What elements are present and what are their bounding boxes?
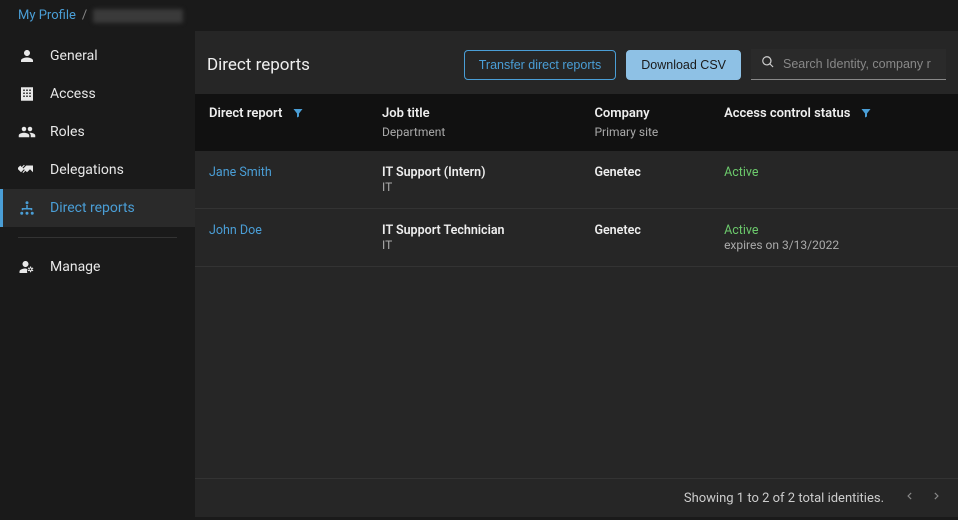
pagination-summary: Showing 1 to 2 of 2 total identities.: [684, 491, 884, 506]
job-title-value: IT Support (Intern): [382, 165, 566, 180]
sidebar-item-manage[interactable]: Manage: [0, 248, 195, 286]
sidebar-item-label: Direct reports: [50, 200, 135, 216]
expires-value: expires on 3/13/2022: [724, 238, 944, 252]
transfer-direct-reports-button[interactable]: Transfer direct reports: [464, 50, 617, 80]
sidebar-item-delegations[interactable]: Delegations: [0, 151, 195, 189]
people-icon: [18, 123, 36, 141]
breadcrumb-current-obscured: [93, 9, 183, 23]
department-value: IT: [382, 238, 566, 252]
status-value: Active: [724, 223, 944, 238]
pagination-footer: Showing 1 to 2 of 2 total identities.: [195, 478, 958, 517]
hierarchy-icon: [18, 199, 36, 217]
col-access-status[interactable]: Access control status: [710, 94, 958, 151]
sidebar-item-label: General: [50, 48, 98, 64]
company-value: Genetec: [594, 165, 696, 180]
next-page-button[interactable]: [930, 489, 944, 507]
table-row[interactable]: John Doe IT Support Technician IT Genete…: [195, 209, 958, 267]
sidebar-item-roles[interactable]: Roles: [0, 113, 195, 151]
handshake-icon: [18, 161, 36, 179]
breadcrumb: My Profile /: [0, 0, 958, 31]
filter-icon[interactable]: [292, 108, 304, 123]
sidebar-item-label: Roles: [50, 124, 85, 140]
building-icon: [18, 85, 36, 103]
sidebar-item-general[interactable]: General: [0, 37, 195, 75]
toolbar: Direct reports Transfer direct reports D…: [195, 41, 958, 94]
search-box[interactable]: [751, 49, 946, 80]
table-row[interactable]: Jane Smith IT Support (Intern) IT Genete…: [195, 151, 958, 209]
breadcrumb-separator: /: [82, 8, 87, 23]
direct-reports-table: Direct report Job title Department Compa…: [195, 94, 958, 478]
sidebar-item-label: Manage: [50, 259, 100, 275]
col-direct-report[interactable]: Direct report: [195, 94, 368, 151]
prev-page-button[interactable]: [902, 489, 916, 507]
col-company[interactable]: Company Primary site: [580, 94, 710, 151]
download-csv-button[interactable]: Download CSV: [626, 50, 741, 80]
search-icon: [761, 55, 775, 73]
search-input[interactable]: [783, 57, 936, 71]
status-value: Active: [724, 165, 944, 180]
identity-link[interactable]: John Doe: [209, 223, 262, 238]
sidebar-item-label: Access: [50, 86, 96, 102]
sidebar-item-access[interactable]: Access: [0, 75, 195, 113]
person-icon: [18, 47, 36, 65]
breadcrumb-root[interactable]: My Profile: [18, 8, 76, 23]
sidebar-item-label: Delegations: [50, 162, 124, 178]
page-title: Direct reports: [207, 55, 454, 75]
filter-icon[interactable]: [860, 108, 872, 123]
sidebar: General Access Roles Delegations Direct: [0, 31, 195, 517]
person-gear-icon: [18, 258, 36, 276]
sidebar-item-direct-reports[interactable]: Direct reports: [0, 189, 195, 227]
main-content: Direct reports Transfer direct reports D…: [195, 31, 958, 517]
company-value: Genetec: [594, 223, 696, 238]
job-title-value: IT Support Technician: [382, 223, 566, 238]
department-value: IT: [382, 180, 566, 194]
sidebar-divider: [18, 237, 177, 238]
identity-link[interactable]: Jane Smith: [209, 165, 272, 180]
table-header-row: Direct report Job title Department Compa…: [195, 94, 958, 151]
col-job-title[interactable]: Job title Department: [368, 94, 580, 151]
